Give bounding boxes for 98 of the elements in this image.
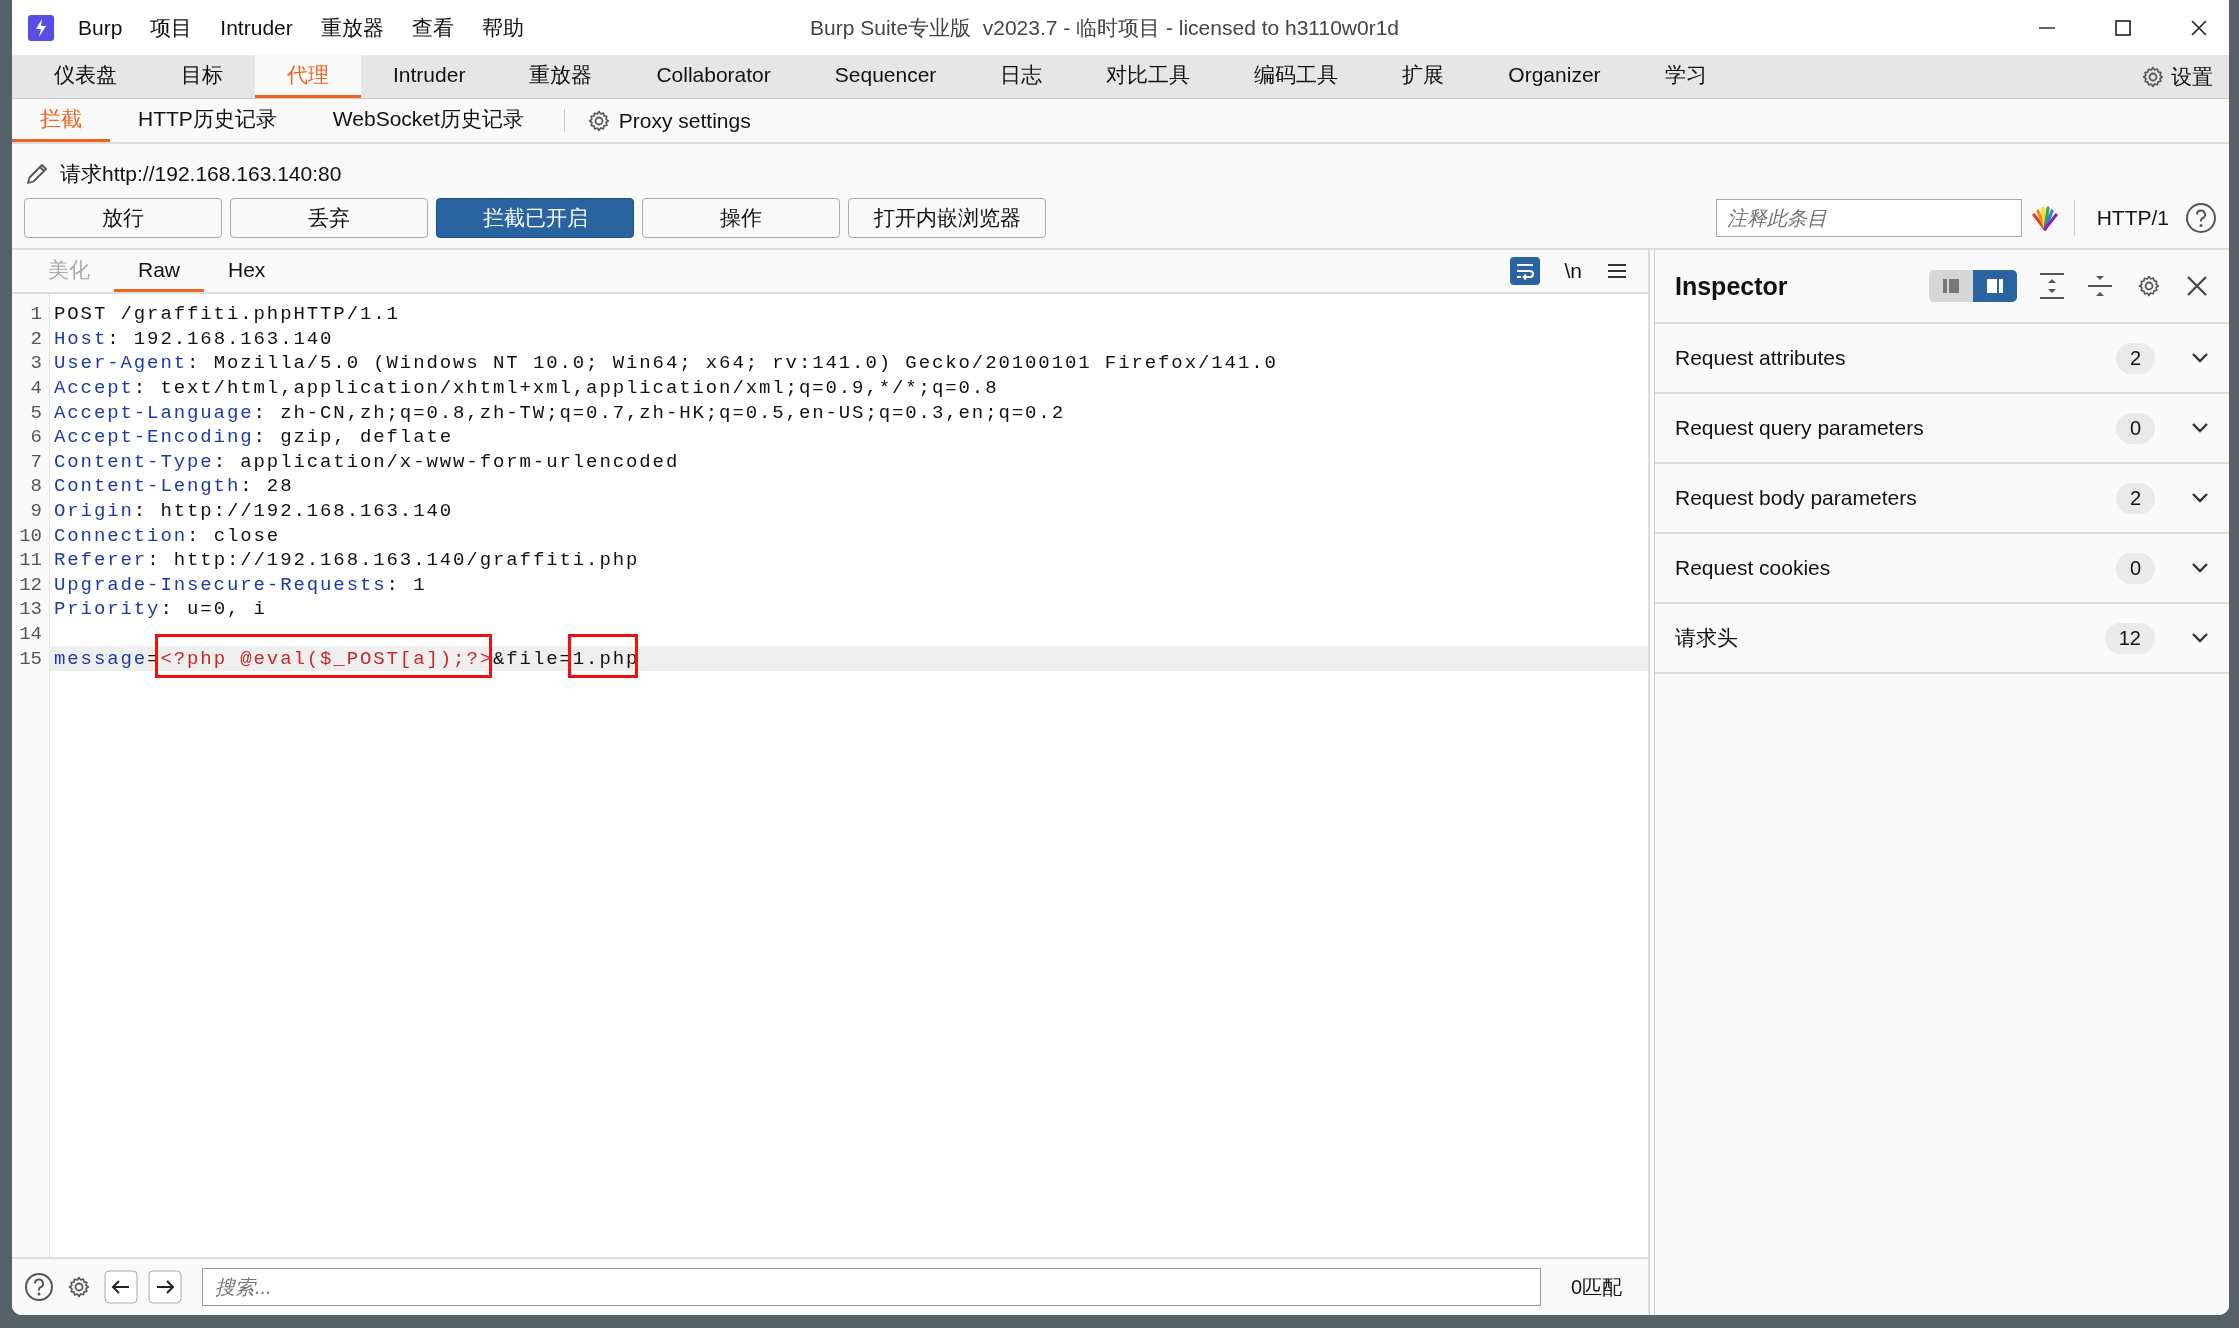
action-button[interactable]: 丢弃 [230, 198, 428, 238]
chevron-down-icon[interactable] [2191, 562, 2209, 574]
action-button[interactable]: 拦截已开启 [436, 198, 634, 238]
main-tab[interactable]: 仪表盘 [22, 55, 149, 98]
main-tab[interactable]: Sequencer [802, 55, 969, 98]
request-url: 请求http://192.168.163.140:80 [60, 161, 342, 187]
settings-icon [586, 108, 611, 133]
chevron-down-icon[interactable] [2191, 492, 2209, 504]
chevron-down-icon[interactable] [2191, 632, 2209, 644]
inspector-section[interactable]: Request cookies 0 [1655, 534, 2229, 604]
inspector-section[interactable]: Request attributes 2 [1655, 324, 2229, 394]
line-number: 8 [29, 475, 42, 498]
section-label: Request query parameters [1675, 416, 1924, 440]
settings-button[interactable]: 设置 [2141, 55, 2229, 98]
line-number: 15 [18, 647, 42, 670]
main-tab[interactable]: 学习 [1632, 55, 1739, 98]
menu-item[interactable]: 帮助 [481, 13, 524, 42]
menu-item[interactable]: 重放器 [320, 13, 384, 42]
code-line: Upgrade-Insecure-Requests: 1 [54, 573, 427, 596]
code-line: POST /graffiti.phpHTTP/1.1 [54, 303, 400, 326]
maximize-icon[interactable] [2113, 17, 2133, 38]
count-badge: 0 [2115, 412, 2155, 444]
highlight-color-icon[interactable] [2029, 205, 2060, 231]
line-number: 4 [29, 377, 42, 400]
menu-icon[interactable] [1606, 261, 1628, 281]
main-tab[interactable]: 扩展 [1370, 55, 1477, 98]
help-icon[interactable] [24, 1272, 54, 1302]
main-tab[interactable]: Organizer [1476, 55, 1633, 98]
inspector-section[interactable]: 请求头 12 [1655, 604, 2229, 674]
menu-item[interactable]: Intruder [220, 15, 293, 40]
line-number: 9 [29, 500, 42, 523]
menu-item[interactable]: 项目 [150, 13, 193, 42]
count-badge: 2 [2115, 342, 2155, 374]
code-line: Host: 192.168.163.140 [54, 327, 334, 350]
code-line: User-Agent: Mozilla/5.0 (Windows NT 10.0; Win64; x64; rv:141.0) Gecko/20100101 Firefox/141.0 [54, 352, 1278, 375]
newline-toggle[interactable]: \n [1564, 259, 1582, 283]
line-number: 7 [29, 450, 42, 473]
line-number: 13 [18, 598, 42, 621]
section-label: Request cookies [1675, 556, 1831, 580]
main-tab[interactable]: Intruder [361, 55, 498, 98]
window-title: Burp Suite专业版 v2023.7 - 临时项目 - licensed to h3110w0r1d [810, 14, 1400, 41]
section-label: Request attributes [1675, 346, 1846, 370]
help-icon[interactable] [2185, 202, 2217, 234]
main-tab[interactable]: 编码工具 [1222, 55, 1371, 98]
word-wrap-icon[interactable] [1510, 257, 1541, 285]
inspector-section[interactable]: Request body parameters 2 [1655, 464, 2229, 534]
count-badge: 2 [2115, 482, 2155, 514]
line-number: 5 [29, 401, 42, 424]
main-tab[interactable]: Collaborator [624, 55, 803, 98]
line-number: 11 [18, 549, 42, 572]
proxy-settings-link[interactable]: Proxy settings [580, 99, 757, 142]
count-badge: 0 [2115, 552, 2155, 584]
section-label: Request body parameters [1675, 486, 1917, 510]
code-line: Origin: http://192.168.163.140 [54, 500, 454, 523]
section-label: 请求头 [1675, 625, 1738, 651]
line-number: 10 [18, 524, 42, 547]
code-line: Content-Type: application/x-www-form-urlencoded [54, 450, 680, 473]
expand-all-icon[interactable] [2039, 272, 2065, 300]
close-icon[interactable] [2185, 274, 2209, 298]
action-button[interactable]: 操作 [642, 198, 840, 238]
proxy-tab[interactable]: HTTP历史记录 [110, 99, 305, 142]
code-line: Content-Length: 28 [54, 475, 294, 498]
main-tab[interactable]: 目标 [149, 55, 255, 98]
code-line: Referer: http://192.168.163.140/graffiti.php [54, 549, 640, 572]
line-number: 1 [29, 303, 42, 326]
main-tab[interactable]: 重放器 [497, 55, 625, 98]
pencil-icon[interactable] [24, 161, 50, 187]
main-tab[interactable]: 日志 [968, 55, 1075, 98]
main-tab[interactable]: 对比工具 [1074, 55, 1223, 98]
line-number: 3 [29, 352, 42, 375]
code-line: Accept-Language: zh-CN,zh;q=0.8,zh-TW;q=0.7,zh-HK;q=0.5,en-US;q=0.3,en;q=0.2 [54, 401, 1065, 424]
app-logo-icon [28, 14, 54, 41]
chevron-down-icon[interactable] [2191, 352, 2209, 364]
settings-icon [2141, 64, 2165, 89]
inspector-title: Inspector [1675, 271, 1788, 301]
code-line: Connection: close [54, 524, 281, 547]
proxy-tab[interactable]: WebSocket历史记录 [304, 99, 552, 142]
line-number: 14 [18, 623, 42, 645]
menu-item[interactable]: Burp [78, 15, 123, 40]
search-field[interactable]: 搜索... [202, 1268, 1541, 1306]
count-badge: 12 [2104, 622, 2155, 654]
inspector-section[interactable]: Request query parameters 0 [1655, 394, 2229, 464]
line-number: 6 [29, 426, 42, 449]
action-button[interactable]: 打开内嵌浏览器 [848, 198, 1046, 238]
action-button[interactable]: 放行 [24, 198, 222, 238]
layout-toggle-icon[interactable] [1929, 270, 2017, 302]
line-number: 2 [29, 327, 42, 350]
code-line: Priority: u=0, i [54, 598, 267, 621]
menu-item[interactable]: 查看 [411, 13, 454, 42]
close-icon[interactable] [2189, 17, 2209, 38]
line-number: 12 [18, 573, 42, 596]
comment-field[interactable]: 注释此条目 [1715, 199, 2022, 237]
match-count: 0匹配 [1570, 1274, 1622, 1300]
chevron-down-icon[interactable] [2191, 422, 2209, 434]
code-line: Accept: text/html,application/xhtml+xml,application/xml;q=0.9,*/*;q=0.8 [54, 377, 999, 400]
http-version-toggle[interactable]: HTTP/1 [2096, 206, 2169, 230]
editor-tab[interactable]: Hex [204, 250, 290, 292]
code-line: Accept-Encoding: gzip, deflate [54, 426, 454, 449]
